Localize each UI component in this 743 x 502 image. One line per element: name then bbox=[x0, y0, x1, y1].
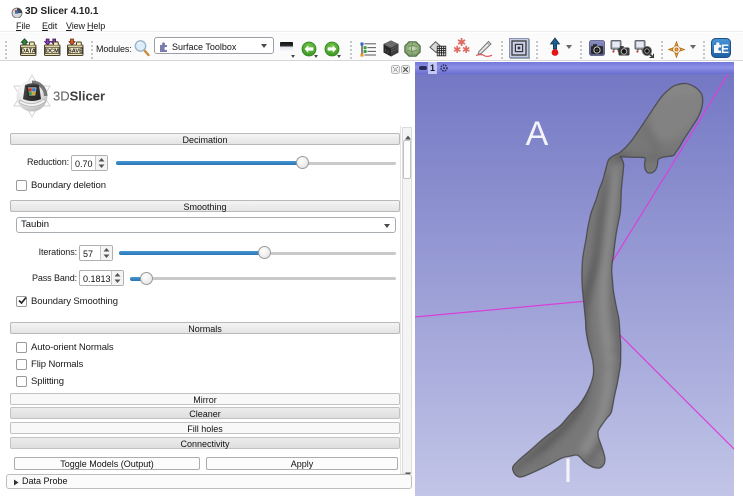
svg-text:A: A bbox=[526, 115, 549, 153]
svg-text:3DSlicer: 3DSlicer bbox=[53, 89, 105, 104]
svg-text:I: I bbox=[563, 452, 572, 490]
svg-text:SAVE: SAVE bbox=[68, 49, 83, 55]
svg-text:DCM: DCM bbox=[46, 49, 59, 55]
svg-text:E: E bbox=[721, 42, 729, 56]
svg-text:DATA: DATA bbox=[21, 49, 36, 55]
